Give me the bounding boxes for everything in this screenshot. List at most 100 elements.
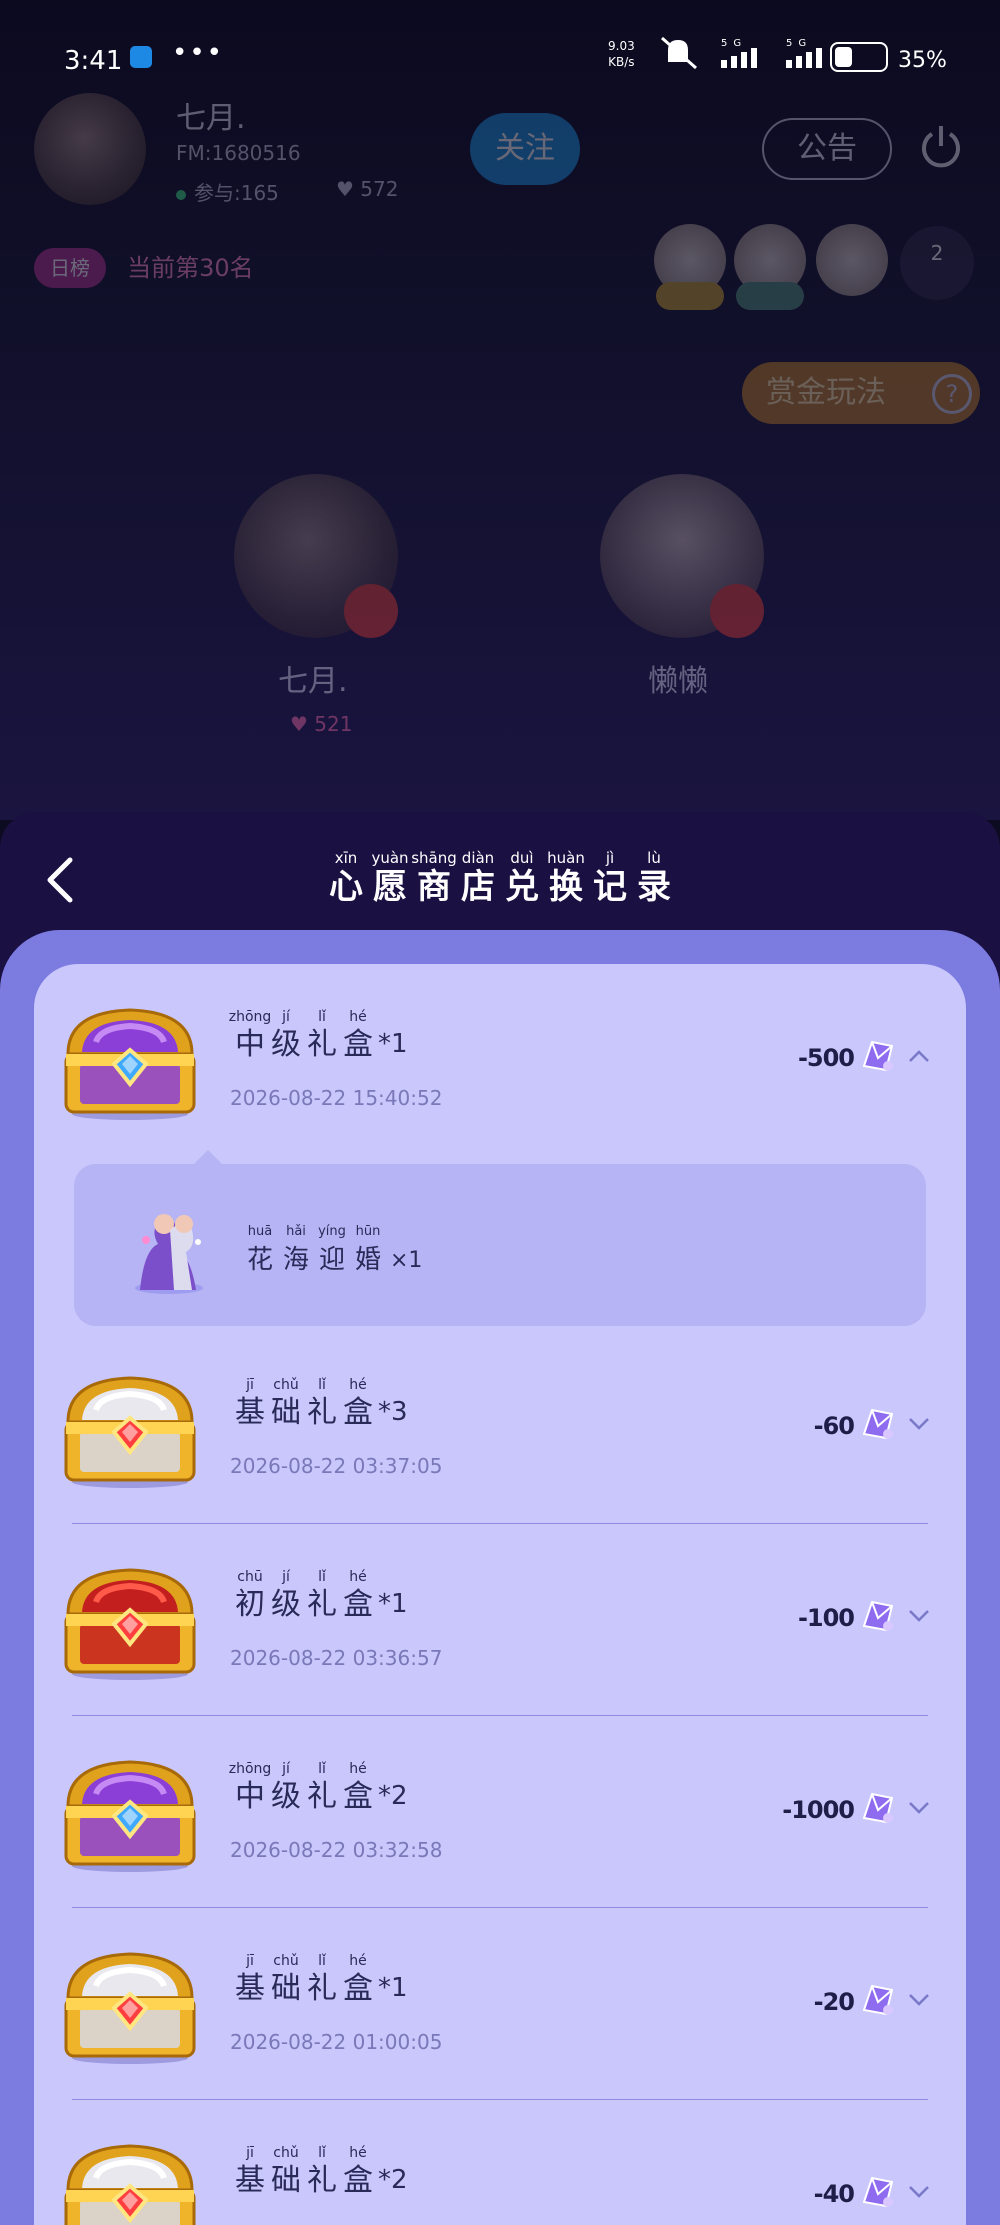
host-card: 七月. FM:1680516 参与:165 ♥ 572 关注: [30, 85, 590, 215]
char-with-pinyin: hé 盒: [340, 1952, 376, 2008]
pinyin: huā: [247, 1224, 273, 1239]
svg-text:5G: 5G: [721, 38, 747, 49]
char-with-pinyin: jí 级: [268, 1008, 304, 1064]
char-with-pinyin: diàn 店: [456, 848, 500, 906]
char-with-pinyin: jī 基: [232, 1376, 268, 1432]
viewer-badge: [736, 282, 804, 310]
power-icon[interactable]: [918, 124, 964, 170]
record-item-name: zhōng 中 jí 级 lǐ 礼 hé 盒 *2: [229, 1758, 408, 1816]
char-with-pinyin: jì 记: [588, 848, 632, 906]
hanzi: 级: [271, 1779, 301, 1814]
notice-button[interactable]: 公告: [762, 118, 892, 180]
char-with-pinyin: jí 级: [268, 1568, 304, 1624]
chevron-up-icon[interactable]: [908, 1048, 930, 1062]
exchange-record[interactable]: zhōng 中 jí 级 lǐ 礼 hé 盒 *2 2026-08-22 03:32:58 -100…: [34, 1716, 966, 1908]
char-with-pinyin: hé 盒: [340, 1760, 376, 1816]
hanzi: 录: [637, 867, 671, 907]
hanzi: 海: [282, 1245, 309, 1275]
char-with-pinyin: xīn 心: [324, 848, 368, 906]
exchange-record[interactable]: chū 初 jí 级 lǐ 礼 hé 盒 *1 2026-08-22 03:36:57 -100: [34, 1524, 966, 1716]
record-quantity: *3: [378, 1397, 408, 1427]
pinyin: hūn: [355, 1224, 381, 1239]
record-quantity: *2: [378, 2165, 408, 2195]
char-with-pinyin: chǔ 础: [268, 2144, 304, 2200]
host-avatar[interactable]: [34, 93, 146, 205]
record-item-name: jī 基 chǔ 础 lǐ 礼 hé 盒 *1: [232, 1950, 408, 2008]
char-with-pinyin: shāng 商: [411, 848, 457, 907]
network-speed: 9.03 KB/s: [608, 39, 635, 69]
record-list[interactable]: zhōng 中 jí 级 lǐ 礼 hé 盒 *1 2026-08-22 15:40:52 -500…: [34, 964, 966, 2225]
hanzi: 盒: [343, 1779, 373, 1814]
exchange-record[interactable]: jī 基 chǔ 础 lǐ 礼 hé 盒 *1 2026-08-22 01:00:05 -20: [34, 1908, 966, 2100]
pinyin: hé: [349, 2145, 367, 2161]
hanzi: 基: [235, 1395, 265, 1430]
record-item-name: jī 基 chǔ 础 lǐ 礼 hé 盒 *2: [232, 2142, 408, 2200]
hanzi: 商: [417, 867, 451, 907]
hanzi: 基: [235, 2163, 265, 2198]
char-with-pinyin: lǐ 礼: [304, 1376, 340, 1432]
online-dot-icon: [176, 190, 186, 200]
chevron-down-icon[interactable]: [908, 1800, 930, 1814]
pinyin: lǐ: [318, 1953, 326, 1969]
exchange-record-sheet: xīn 心 yuàn 愿 shāng 商 diàn 店 duì 兑 huàn 换 jì 记 lù 录 zhōn…: [0, 812, 1000, 2225]
chevron-down-icon[interactable]: [908, 2184, 930, 2198]
viewer-count[interactable]: 2: [900, 226, 974, 300]
char-with-pinyin: lǐ 礼: [304, 1760, 340, 1816]
record-panel: zhōng 中 jí 级 lǐ 礼 hé 盒 *1 2026-08-22 15:40:52 -500…: [0, 930, 1000, 2225]
char-with-pinyin: lù 录: [632, 848, 676, 906]
chevron-down-icon[interactable]: [908, 1608, 930, 1622]
char-with-pinyin: hǎi 海: [278, 1223, 314, 1279]
char-with-pinyin: yuàn 愿: [368, 848, 412, 906]
hanzi: 中: [235, 1027, 265, 1062]
record-quantity: *2: [378, 1781, 408, 1811]
char-with-pinyin: huàn 换: [544, 848, 588, 906]
pinyin: hé: [349, 1953, 367, 1969]
record-detail: huā 花 hǎi 海 yíng 迎 hūn 婚 ×1: [74, 1150, 926, 1326]
char-with-pinyin: zhōng 中: [229, 1008, 272, 1064]
char-with-pinyin: chǔ 础: [268, 1952, 304, 2008]
follow-button[interactable]: 关注: [470, 113, 580, 185]
status-icons: 5G 5G: [660, 36, 830, 77]
pinyin: jī: [246, 2145, 254, 2161]
daily-rank[interactable]: 日榜 当前第30名: [34, 248, 254, 288]
seat-1-name: 七月.: [278, 664, 348, 699]
record-time: 2026-08-22 03:36:57: [230, 1646, 443, 1670]
hanzi: 级: [271, 1027, 301, 1062]
pinyin: lǐ: [318, 1009, 326, 1025]
pinyin: jì: [605, 849, 615, 867]
host-name: 七月.: [176, 101, 246, 136]
exchange-record[interactable]: zhōng 中 jí 级 lǐ 礼 hé 盒 *1 2026-08-22 15:40:52 -500: [34, 964, 966, 1156]
wish-coin-icon: [858, 1788, 898, 1828]
gift-name: huā 花 hǎi 海 yíng 迎 hūn 婚 ×1: [242, 1220, 422, 1279]
pinyin: lǐ: [318, 1761, 326, 1777]
pinyin: chū: [237, 1569, 263, 1585]
help-icon[interactable]: ?: [932, 374, 972, 414]
wish-coin-icon: [858, 1036, 898, 1076]
red-gift-box-icon: [58, 1558, 202, 1682]
host-participants: 参与:165: [176, 177, 279, 206]
pinyin: zhōng: [228, 1009, 272, 1025]
chevron-down-icon[interactable]: [908, 1416, 930, 1430]
pinyin: chǔ: [273, 1377, 299, 1393]
wish-coin-icon: [858, 2172, 898, 2212]
app-notification-icon: [130, 46, 152, 68]
char-with-pinyin: yíng 迎: [314, 1223, 350, 1279]
hanzi: 盒: [343, 1971, 373, 2006]
hanzi: 盒: [343, 1395, 373, 1430]
pinyin: chǔ: [273, 2145, 299, 2161]
pinyin: jī: [246, 1953, 254, 1969]
svg-text:5G: 5G: [786, 38, 812, 49]
pinyin: lù: [647, 849, 661, 867]
chevron-down-icon[interactable]: [908, 1992, 930, 2006]
record-amount: -1000: [782, 1796, 855, 1824]
record-amount: -20: [813, 1988, 855, 2016]
exchange-record[interactable]: jī基chǔ础lǐ礼hé盒*22026-08-22 00:52:59-40: [34, 2100, 966, 2225]
char-with-pinyin: jī 基: [232, 2144, 268, 2200]
silver-gift-box-icon: [58, 2134, 202, 2225]
viewer-avatar[interactable]: [816, 224, 888, 296]
hanzi: 级: [271, 1587, 301, 1622]
wish-coin-icon: [858, 1980, 898, 2020]
exchange-record[interactable]: jī 基 chǔ 础 lǐ 礼 hé 盒 *3 2026-08-22 03:37:05 -60: [34, 1332, 966, 1524]
purple-gift-box-icon: [58, 998, 202, 1122]
pinyin: duì: [510, 849, 534, 867]
